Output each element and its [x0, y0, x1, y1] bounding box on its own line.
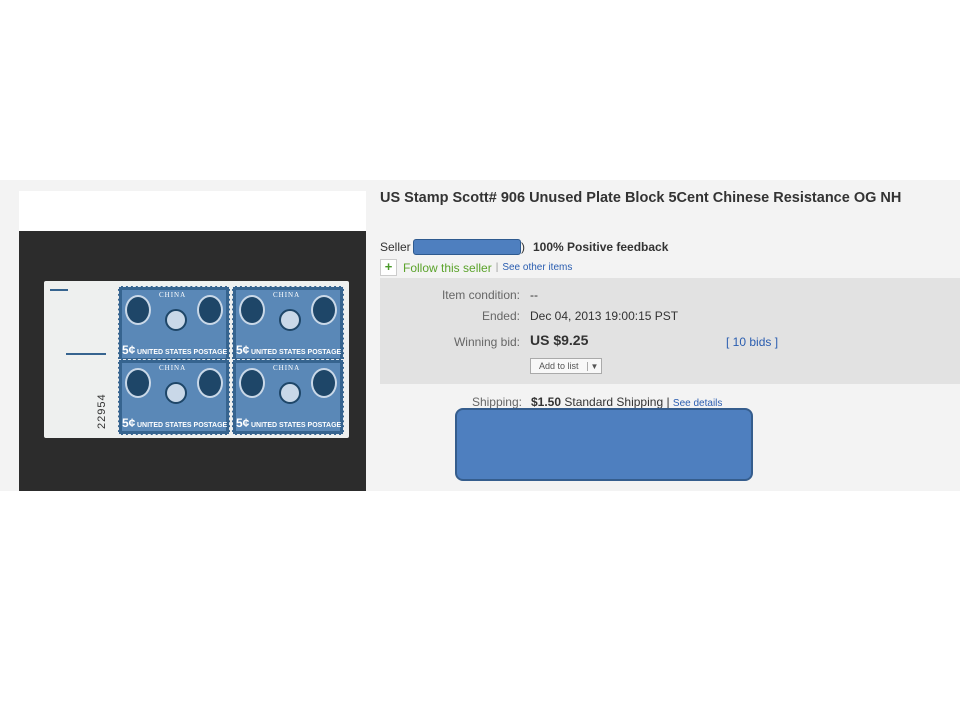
- winning-bid-label: Winning bid:: [453, 335, 520, 349]
- shipping-value: $1.50 Standard Shipping | See details: [531, 395, 722, 409]
- chevron-down-icon[interactable]: ▼: [586, 361, 602, 371]
- bid-history-link[interactable]: [ 10 bids ]: [726, 335, 778, 349]
- stamp-caption: UNITED STATES POSTAGE: [137, 349, 228, 356]
- stamp: CHINA 5¢ UNITED STATES POSTAGE: [118, 359, 230, 435]
- shipping-method: Standard Shipping |: [564, 395, 670, 409]
- winning-bid-value: US $9.25: [530, 332, 589, 348]
- sun-emblem: [165, 382, 187, 404]
- stamp-value: 5¢: [122, 343, 136, 357]
- registration-mark: [50, 289, 68, 291]
- stamp-plate-block: 22954 CHINA 5¢ UNITED STATES POSTAGE CHI…: [44, 281, 349, 438]
- portrait-left: [239, 368, 265, 398]
- plate-number: 22954: [96, 393, 108, 429]
- portrait-left: [125, 368, 151, 398]
- listing-title: US Stamp Scott# 906 Unused Plate Block 5…: [380, 190, 902, 206]
- item-details-box: Item condition: -- Ended: Dec 04, 2013 1…: [380, 278, 960, 384]
- portrait-right: [311, 368, 337, 398]
- stamp-caption: UNITED STATES POSTAGE: [251, 422, 342, 429]
- plus-icon[interactable]: +: [380, 259, 397, 276]
- content-redaction: [455, 408, 753, 481]
- add-to-list-button[interactable]: Add to list ▼: [530, 358, 603, 374]
- portrait-right: [311, 295, 337, 325]
- stamp: CHINA 5¢ UNITED STATES POSTAGE: [118, 286, 230, 362]
- stamp-value: 5¢: [236, 416, 250, 430]
- shipping-price: $1.50: [531, 395, 562, 409]
- seller-paren: ): [521, 240, 525, 254]
- separator: |: [495, 262, 499, 273]
- stamp-word: CHINA: [159, 291, 187, 299]
- portrait-right: [197, 295, 223, 325]
- follow-seller-link[interactable]: Follow this seller: [403, 261, 492, 275]
- add-to-list-label: Add to list: [539, 361, 579, 371]
- sun-emblem: [279, 382, 301, 404]
- portrait-right: [197, 368, 223, 398]
- seller-name-redaction: [413, 239, 521, 255]
- portrait-left: [125, 295, 151, 325]
- sun-emblem: [279, 309, 301, 331]
- condition-value: --: [530, 288, 538, 302]
- stamp-word: CHINA: [273, 364, 301, 372]
- stamp-word: CHINA: [273, 291, 301, 299]
- see-other-items-link[interactable]: See other items: [502, 262, 572, 273]
- item-photo[interactable]: 22954 CHINA 5¢ UNITED STATES POSTAGE CHI…: [19, 231, 366, 491]
- stamp-caption: UNITED STATES POSTAGE: [251, 349, 342, 356]
- shipping-label: Shipping:: [471, 395, 522, 409]
- sun-emblem: [165, 309, 187, 331]
- ended-value: Dec 04, 2013 19:00:15 PST: [530, 309, 679, 323]
- stamp-caption: UNITED STATES POSTAGE: [137, 422, 228, 429]
- stamp-word: CHINA: [159, 364, 187, 372]
- condition-label: Item condition:: [441, 288, 520, 302]
- seller-feedback[interactable]: 100% Positive feedback: [533, 240, 668, 254]
- stamp: CHINA 5¢ UNITED STATES POSTAGE: [232, 359, 344, 435]
- portrait-left: [239, 295, 265, 325]
- stamp-value: 5¢: [122, 416, 136, 430]
- seller-label: Seller :: [380, 240, 418, 254]
- registration-mark: [66, 353, 106, 355]
- ended-label: Ended:: [481, 309, 520, 323]
- stamp-value: 5¢: [236, 343, 250, 357]
- stamp: CHINA 5¢ UNITED STATES POSTAGE: [232, 286, 344, 362]
- item-image-panel: 22954 CHINA 5¢ UNITED STATES POSTAGE CHI…: [19, 191, 366, 491]
- follow-row: + Follow this seller | See other items: [380, 259, 572, 276]
